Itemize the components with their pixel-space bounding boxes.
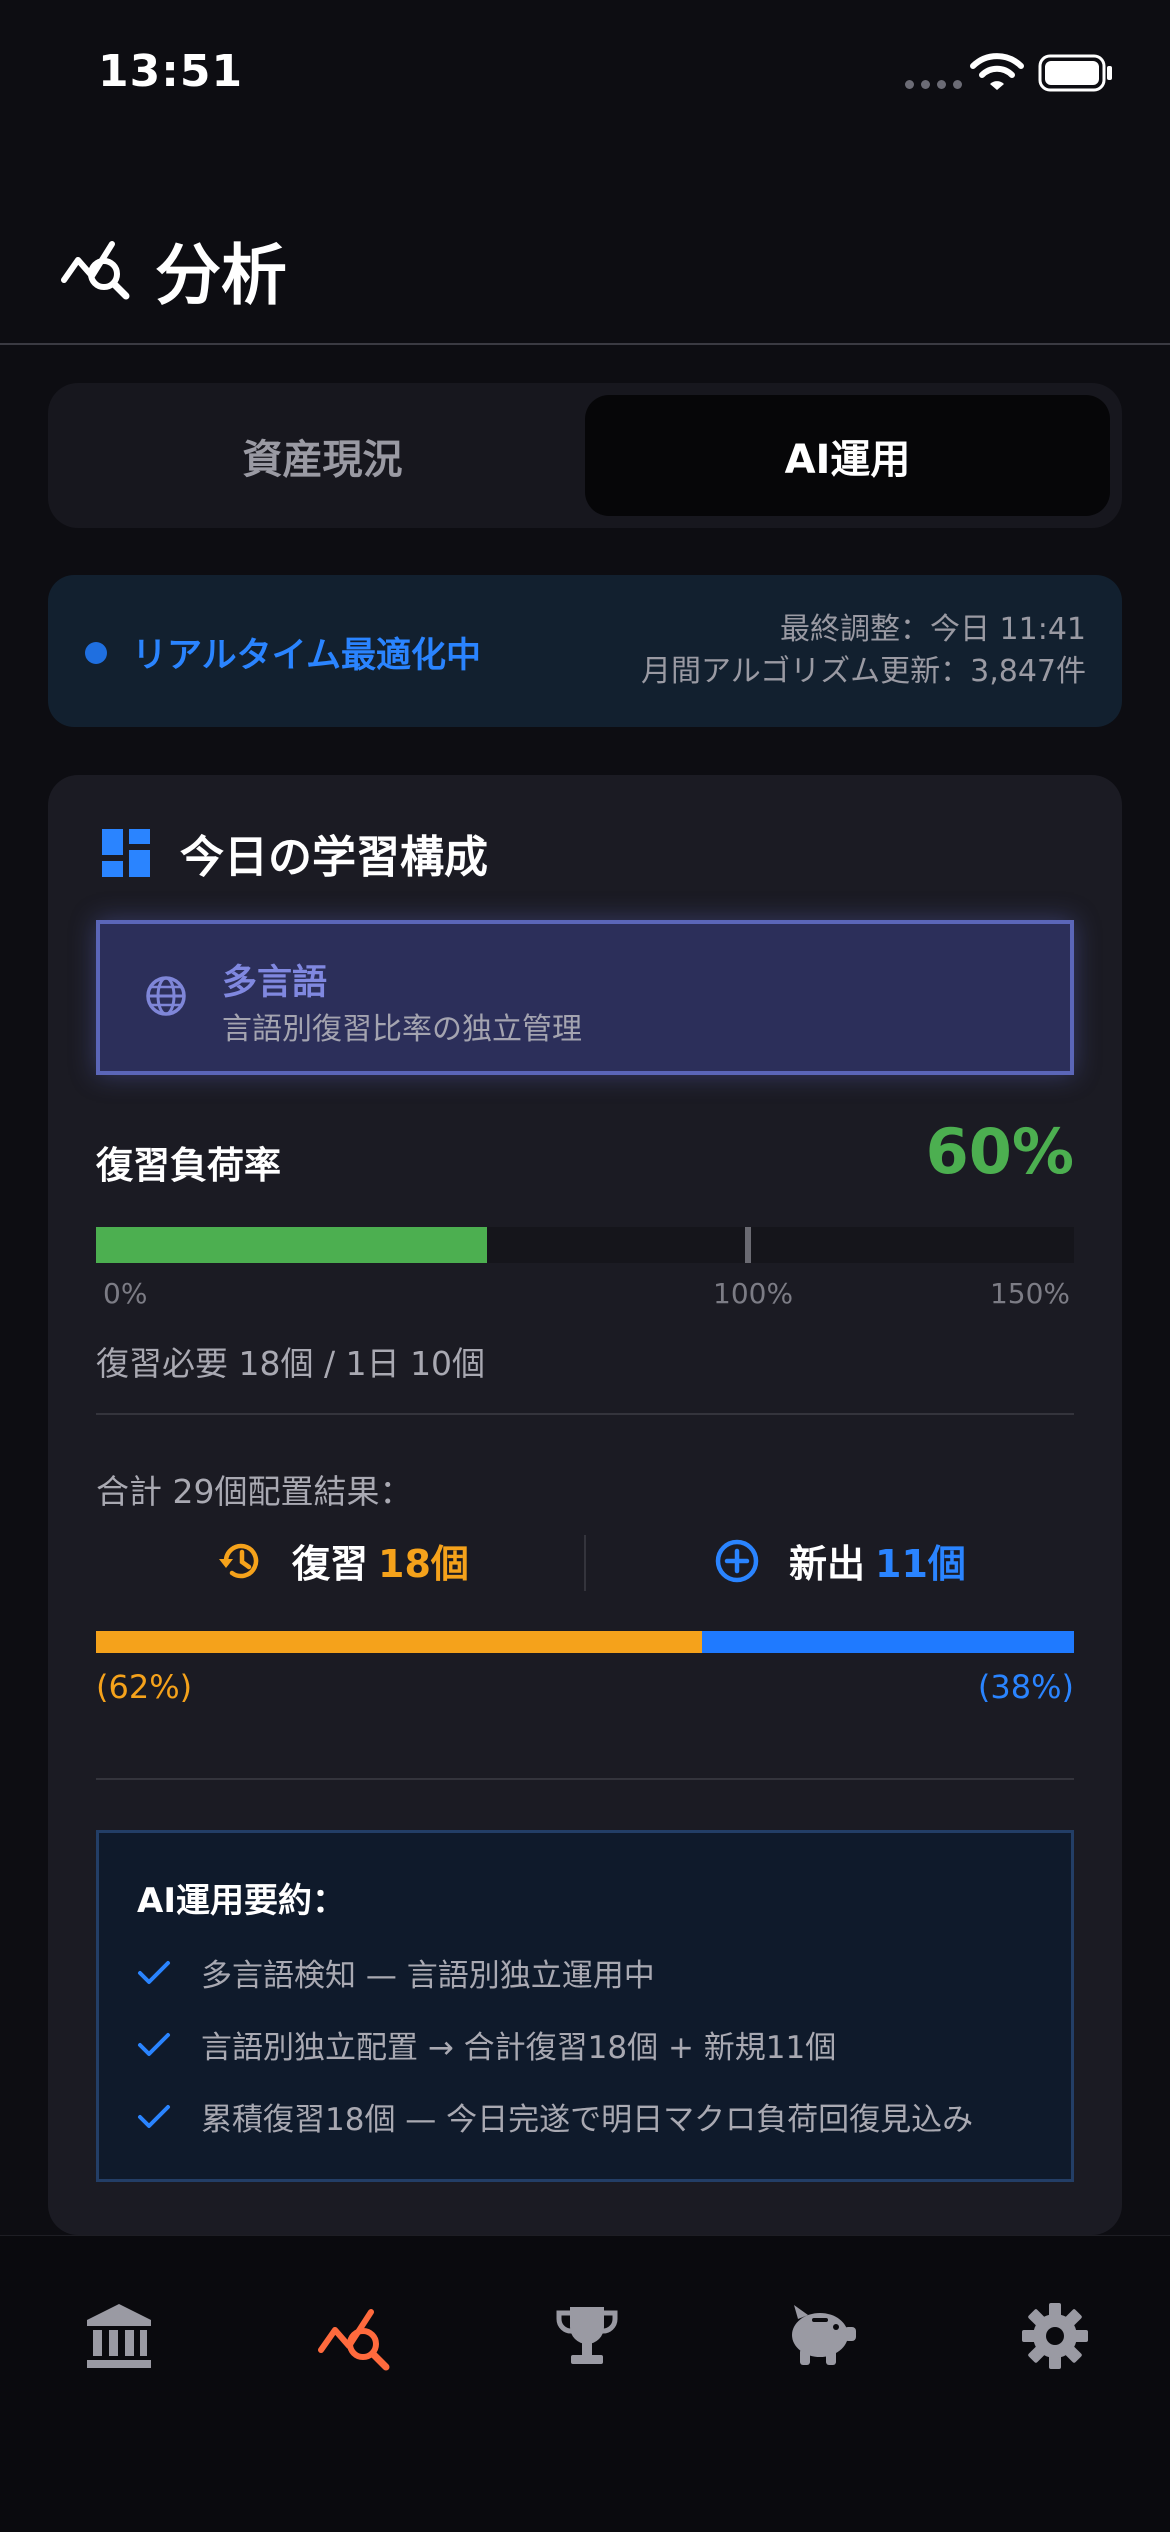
- tab-trophy[interactable]: [542, 2291, 632, 2381]
- axis-label-0: 0%: [103, 1277, 148, 1310]
- summary-item-text: 多言語検知 — 言語別独立運用中: [201, 1958, 655, 1994]
- review-allocation: 復習 18個: [216, 1533, 469, 1588]
- live-indicator-dot: [85, 642, 107, 664]
- language-mode-subtitle: 言語別復習比率の独立管理: [222, 1012, 582, 1047]
- checkmark-icon: [138, 2104, 170, 2128]
- summary-item-text: 言語別独立配置 → 合計復習18個 + 新規11個: [201, 2030, 837, 2066]
- dashboard-icon: [102, 829, 150, 877]
- summary-item: 言語別独立配置 → 合計復習18個 + 新規11個: [137, 2022, 836, 2067]
- review-load-fill: [96, 1227, 488, 1263]
- add-circle-icon: [715, 1539, 759, 1582]
- wifi-icon: [970, 53, 1024, 90]
- bank-icon: [87, 2304, 151, 2368]
- learning-composition-card: 今日の学習構成 多言語 言語別復習比率の独立管理 復習負荷率 60% 0% 10…: [48, 775, 1122, 2235]
- new-count: 11個: [875, 1542, 966, 1586]
- review-count: 18個: [378, 1542, 469, 1586]
- axis-label-100: 100%: [713, 1277, 794, 1310]
- review-percentage: (62%): [96, 1668, 193, 1706]
- tab-savings[interactable]: [777, 2291, 867, 2381]
- bottom-tab-bar: [0, 2235, 1170, 2532]
- analytics-icon: [61, 241, 130, 300]
- language-mode-title: 多言語: [222, 963, 328, 1003]
- segmented-control: 資産現況 AI運用: [48, 383, 1122, 528]
- checkmark-icon: [138, 1960, 170, 1984]
- tab-analytics[interactable]: [310, 2291, 400, 2381]
- summary-item: 累積復習18個 — 今日完遂で明日マクロ負荷回復見込み: [137, 2094, 973, 2139]
- allocation-separator: [584, 1535, 586, 1591]
- summary-item: 多言語検知 — 言語別独立運用中: [137, 1950, 655, 1995]
- piggy-bank-icon: [792, 2305, 856, 2365]
- review-load-value: 60%: [925, 1115, 1074, 1188]
- summary-title: AI運用要約：: [137, 1881, 346, 1921]
- summary-item-text: 累積復習18個 — 今日完遂で明日マクロ負荷回復見込み: [201, 2102, 974, 2138]
- app-screen: 13:51 分析 資産現況 AI運用 リアルタイム最適化中 最終調整：今日 11…: [0, 0, 1170, 2532]
- tab-settings[interactable]: [1010, 2291, 1100, 2381]
- divider: [96, 1778, 1074, 1780]
- allocation-title: 合計 29個配置結果：: [96, 1472, 413, 1511]
- gear-icon: [1022, 2303, 1088, 2369]
- monthly-update-text: 月間アルゴリズム更新：3,847件: [641, 654, 1086, 689]
- history-icon: [219, 1543, 259, 1578]
- review-label: 復習: [292, 1542, 369, 1586]
- checkmark-icon: [138, 2032, 170, 2056]
- realtime-meta: 最終調整：今日 11:41 月間アルゴリズム更新：3,847件: [641, 609, 1086, 693]
- header: 分析: [0, 210, 1170, 345]
- last-adjust-text: 最終調整：今日 11:41: [780, 612, 1086, 647]
- cellular-signal-icon: [905, 80, 962, 89]
- split-new-segment: [702, 1631, 1074, 1653]
- axis-label-150: 150%: [989, 1277, 1070, 1310]
- language-mode-box[interactable]: 多言語 言語別復習比率の独立管理: [96, 920, 1074, 1075]
- divider: [96, 1413, 1074, 1415]
- status-time: 13:51: [98, 46, 244, 97]
- realtime-label: リアルタイム最適化中: [132, 636, 481, 676]
- battery-icon: [1038, 54, 1112, 92]
- new-label: 新出: [789, 1542, 866, 1586]
- review-load-bar: [96, 1227, 1074, 1263]
- status-bar: 13:51: [0, 0, 1170, 150]
- new-allocation: 新出 11個: [713, 1533, 966, 1588]
- split-review-segment: [96, 1631, 703, 1653]
- trophy-icon: [556, 2307, 618, 2364]
- globe-icon: [146, 976, 186, 1016]
- analytics-icon: [318, 2309, 390, 2371]
- tab-asset-status[interactable]: 資産現況: [60, 395, 585, 516]
- review-load-label: 復習負荷率: [96, 1144, 281, 1187]
- realtime-banner: リアルタイム最適化中 最終調整：今日 11:41 月間アルゴリズム更新：3,84…: [48, 575, 1122, 727]
- page-title: 分析: [155, 237, 287, 314]
- tab-bank[interactable]: [74, 2291, 164, 2381]
- ai-summary-box: AI運用要約： 多言語検知 — 言語別独立運用中 言語別独立配置 → 合計復習1…: [96, 1830, 1074, 2182]
- card-title: 今日の学習構成: [180, 832, 488, 883]
- review-load-100-marker: [744, 1227, 751, 1263]
- tab-ai-operation[interactable]: AI運用: [585, 395, 1110, 516]
- new-percentage: (38%): [977, 1668, 1074, 1706]
- review-load-detail: 復習必要 18個 / 1日 10個: [96, 1344, 486, 1383]
- allocation-split-bar: [96, 1631, 1074, 1653]
